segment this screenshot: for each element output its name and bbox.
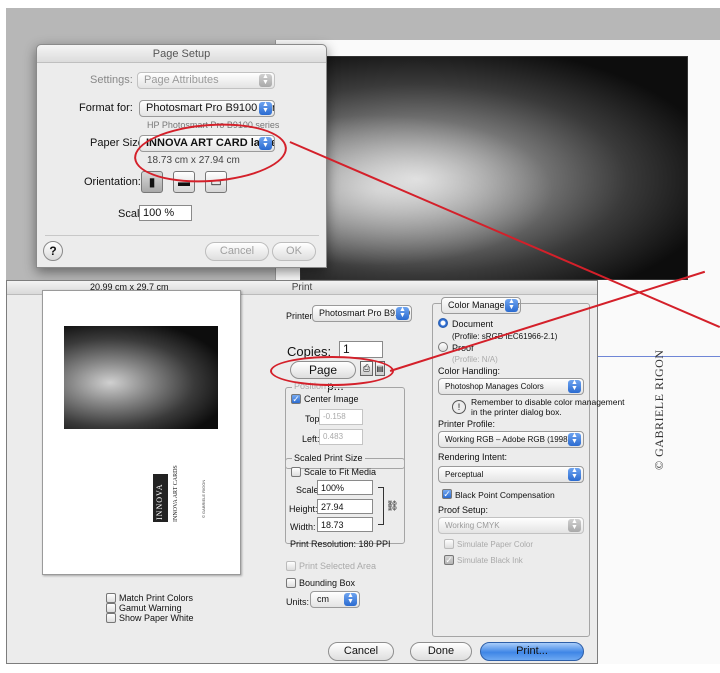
popup-arrows-icon: ▲ ▼: [396, 306, 409, 320]
format-for-label: Format for:: [79, 102, 133, 114]
black-point-compensation-checkbox[interactable]: ✓: [442, 489, 452, 499]
popup-arrows-icon: ▲ ▼: [505, 298, 518, 312]
orientation-label: Orientation:: [84, 176, 141, 188]
document-label: Document: [452, 319, 494, 329]
bounding-box-label: Bounding Box: [299, 578, 356, 588]
page-setup-title: Page Setup: [37, 45, 326, 63]
popup-arrows-icon: ▲ ▼: [568, 518, 581, 532]
copyright-credit: © GABRIELE RIGON: [652, 349, 666, 470]
simulate-paper-color-checkbox: [444, 539, 454, 549]
divider: [45, 235, 319, 236]
preview-photo: [64, 326, 218, 429]
proof-setup-popup: Working CMYK ▲ ▼: [438, 517, 584, 534]
black-point-compensation-label: Black Point Compensation: [455, 490, 555, 500]
ok-button[interactable]: OK: [272, 242, 316, 261]
print-selected-area-label: Print Selected Area: [299, 561, 377, 571]
warning-icon: !: [452, 400, 466, 414]
bounding-box-checkbox[interactable]: [286, 578, 296, 588]
rendering-intent-popup[interactable]: Perceptual ▲ ▼: [438, 466, 584, 483]
link-icon[interactable]: ⛓: [386, 501, 399, 512]
height-label: Height:: [289, 504, 318, 514]
units-popup[interactable]: cm ▲ ▼: [310, 591, 360, 608]
show-paper-white-label: Show Paper White: [119, 613, 194, 623]
simulate-black-ink-checkbox: ✓: [444, 555, 454, 565]
popup-arrows-icon: ▲ ▼: [568, 432, 581, 446]
cancel-button[interactable]: Cancel: [205, 242, 269, 261]
left-label: Left:: [302, 434, 320, 444]
rendering-intent-label: Rendering Intent:: [438, 452, 508, 462]
scaled-print-size-title: Scaled Print Size: [292, 453, 365, 463]
note-line1: Remember to disable color management: [471, 397, 625, 407]
print-done-button[interactable]: Done: [410, 642, 472, 661]
print-button[interactable]: Print...: [480, 642, 584, 661]
color-handling-label: Color Handling:: [438, 366, 501, 376]
printer-popup[interactable]: Photosmart Pro B9100 s...▲▼: [312, 305, 412, 322]
settings-popup: Page Attributes ▲ ▼: [137, 72, 275, 89]
width-label: Width:: [290, 522, 316, 532]
center-image-label: Center Image: [304, 394, 359, 404]
proof-setup-label: Proof Setup:: [438, 505, 489, 515]
print-selected-area-checkbox[interactable]: [286, 561, 296, 571]
popup-arrows-icon: ▲ ▼: [259, 73, 272, 87]
paper-size-label: Paper Size: [90, 137, 144, 149]
preview-credit: © GABRIELE RIGON: [201, 479, 206, 518]
note-line2: in the printer dialog box.: [471, 407, 562, 417]
center-image-checkbox[interactable]: ✓: [291, 394, 301, 404]
proportion-bracket: [378, 487, 384, 525]
top-input[interactable]: -0.158: [319, 409, 363, 425]
settings-label: Settings:: [90, 74, 133, 86]
popup-arrows-icon: ▲ ▼: [568, 467, 581, 481]
scale-to-fit-label: Scale to Fit Media: [304, 467, 377, 477]
printer-label: Printer:: [286, 311, 316, 321]
show-paper-white-checkbox[interactable]: [106, 613, 116, 623]
width-input[interactable]: 18.73: [317, 517, 373, 532]
print-resolution: Print Resolution: 180 PPI: [290, 539, 391, 549]
scale-input[interactable]: 100 %: [139, 205, 192, 221]
innova-art-cards-text: INNOVA ART CARDS: [173, 465, 179, 522]
popup-arrows-icon: ▲ ▼: [259, 101, 272, 115]
proof-profile: (Profile: N/A): [452, 355, 498, 364]
height-input[interactable]: 27.94: [317, 499, 373, 514]
portrait-photo: [300, 56, 688, 280]
document-radio[interactable]: [438, 318, 448, 328]
printer-profile-popup[interactable]: Working RGB – Adobe RGB (1998) ▲ ▼: [438, 431, 584, 448]
scale-to-fit-checkbox[interactable]: [291, 467, 301, 477]
gamut-warning-label: Gamut Warning: [119, 603, 182, 613]
color-handling-popup[interactable]: Photoshop Manages Colors ▲ ▼: [438, 378, 584, 395]
match-print-colors-checkbox[interactable]: [106, 593, 116, 603]
printer-profile-label: Printer Profile:: [438, 419, 496, 429]
popup-arrows-icon: ▲ ▼: [568, 379, 581, 393]
simulate-black-ink-label: Simulate Black Ink: [457, 556, 523, 565]
innova-logo: INNOVA: [153, 474, 168, 522]
print-scale-input[interactable]: 100%: [317, 480, 373, 495]
left-input[interactable]: 0.483: [319, 429, 363, 445]
gamut-warning-checkbox[interactable]: [106, 603, 116, 613]
popup-arrows-icon: ▲ ▼: [344, 592, 357, 606]
color-management-popup[interactable]: Color Management ▲ ▼: [441, 297, 521, 314]
annotation-oval-page-setup: [270, 356, 394, 386]
units-label: Units:: [286, 597, 310, 607]
simulate-paper-color-label: Simulate Paper Color: [457, 540, 534, 549]
proof-radio[interactable]: [438, 342, 448, 352]
format-for-popup[interactable]: Photosmart Pro B9100 series▲▼: [139, 100, 275, 117]
match-print-colors-label: Match Print Colors: [119, 593, 194, 603]
help-button[interactable]: ?: [43, 241, 63, 261]
print-cancel-button[interactable]: Cancel: [328, 642, 394, 661]
